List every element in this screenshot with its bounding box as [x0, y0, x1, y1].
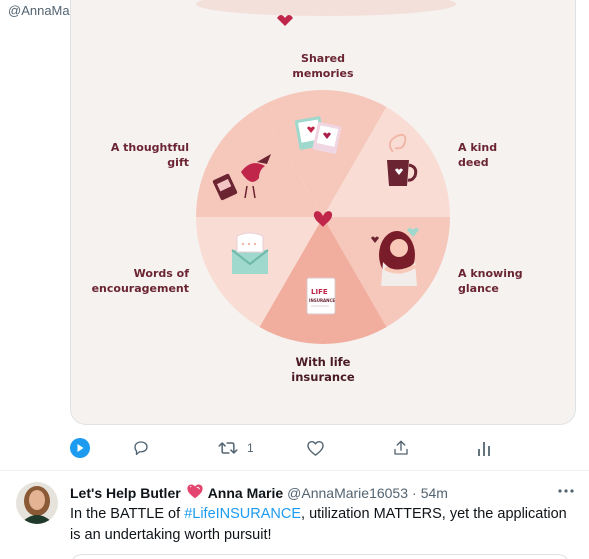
- tweet-action-bar: 1: [70, 433, 576, 463]
- envelope-icon: [231, 232, 269, 274]
- label-words-encouragement: Words of encouragement: [91, 267, 189, 295]
- like-button[interactable]: [306, 433, 334, 463]
- card-text-insurance: INSURANCE: [309, 298, 335, 303]
- share-button[interactable]: [392, 433, 410, 463]
- tweet-text: In the BATTLE of #LifeINSURANCE, utiliza…: [70, 504, 570, 546]
- label-kind-deed: A kind deed: [458, 141, 498, 169]
- more-options-button[interactable]: [556, 484, 576, 498]
- user-handle[interactable]: @AnnaMarie16053: [287, 485, 408, 501]
- label-life-insurance: With life insurance: [291, 355, 355, 384]
- label-shared-memories: Shared memories: [292, 52, 354, 80]
- tweet-header: Let's Help Butler Anna Marie @AnnaMarie1…: [70, 483, 448, 502]
- play-button[interactable]: [70, 433, 90, 463]
- tweet-text-part-1: In the BATTLE of: [70, 506, 185, 522]
- reply-button[interactable]: [132, 433, 159, 463]
- retweet-icon: [218, 442, 238, 454]
- tweet-media-image[interactable]: LIFE INSURANCE Shared memories A kind de…: [70, 0, 576, 425]
- avatar[interactable]: [16, 482, 58, 524]
- share-icon: [394, 440, 408, 455]
- play-icon: [70, 438, 90, 458]
- reply-icon: [134, 441, 148, 456]
- analytics-icon: [478, 442, 490, 456]
- card-text-life: LIFE: [311, 288, 328, 296]
- tweet-divider: [0, 470, 589, 471]
- separator-dot: ·: [412, 484, 417, 501]
- label-thoughtful-gift: A thoughtful gift: [110, 141, 189, 169]
- display-name[interactable]: Let's Help Butler: [70, 485, 181, 501]
- heart-emoji-icon: [186, 483, 204, 502]
- heart-icon: [307, 440, 324, 456]
- tweet-timestamp[interactable]: 54m: [421, 485, 448, 501]
- hashtag-link[interactable]: #LifeINSURANCE: [184, 506, 301, 522]
- embedded-card-edge[interactable]: [70, 554, 570, 559]
- label-knowing-glance: A knowing glance: [458, 267, 523, 295]
- analytics-button[interactable]: [476, 433, 492, 463]
- display-name-2[interactable]: Anna Marie: [208, 485, 283, 501]
- retweet-count: 1: [247, 441, 254, 455]
- retweet-button[interactable]: 1: [218, 433, 254, 463]
- life-insurance-card-icon: LIFE INSURANCE: [306, 277, 336, 315]
- more-dots-icon: [558, 489, 574, 493]
